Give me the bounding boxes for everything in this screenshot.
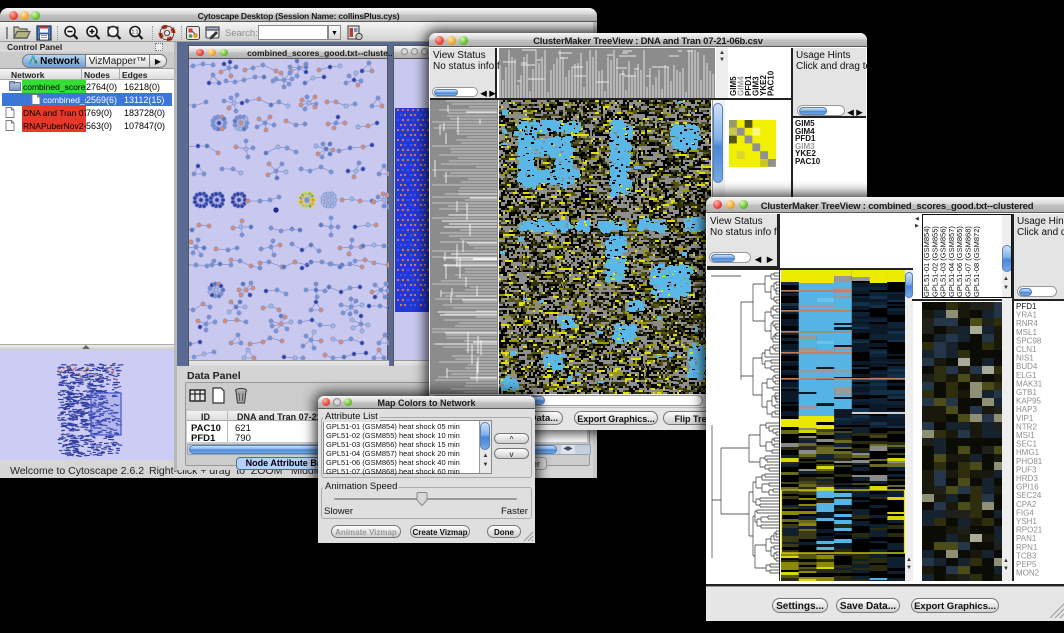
svg-text:PAC10: PAC10	[767, 70, 776, 96]
svg-text:MON2: MON2	[1016, 569, 1040, 578]
svg-text:1:1: 1:1	[132, 30, 139, 36]
